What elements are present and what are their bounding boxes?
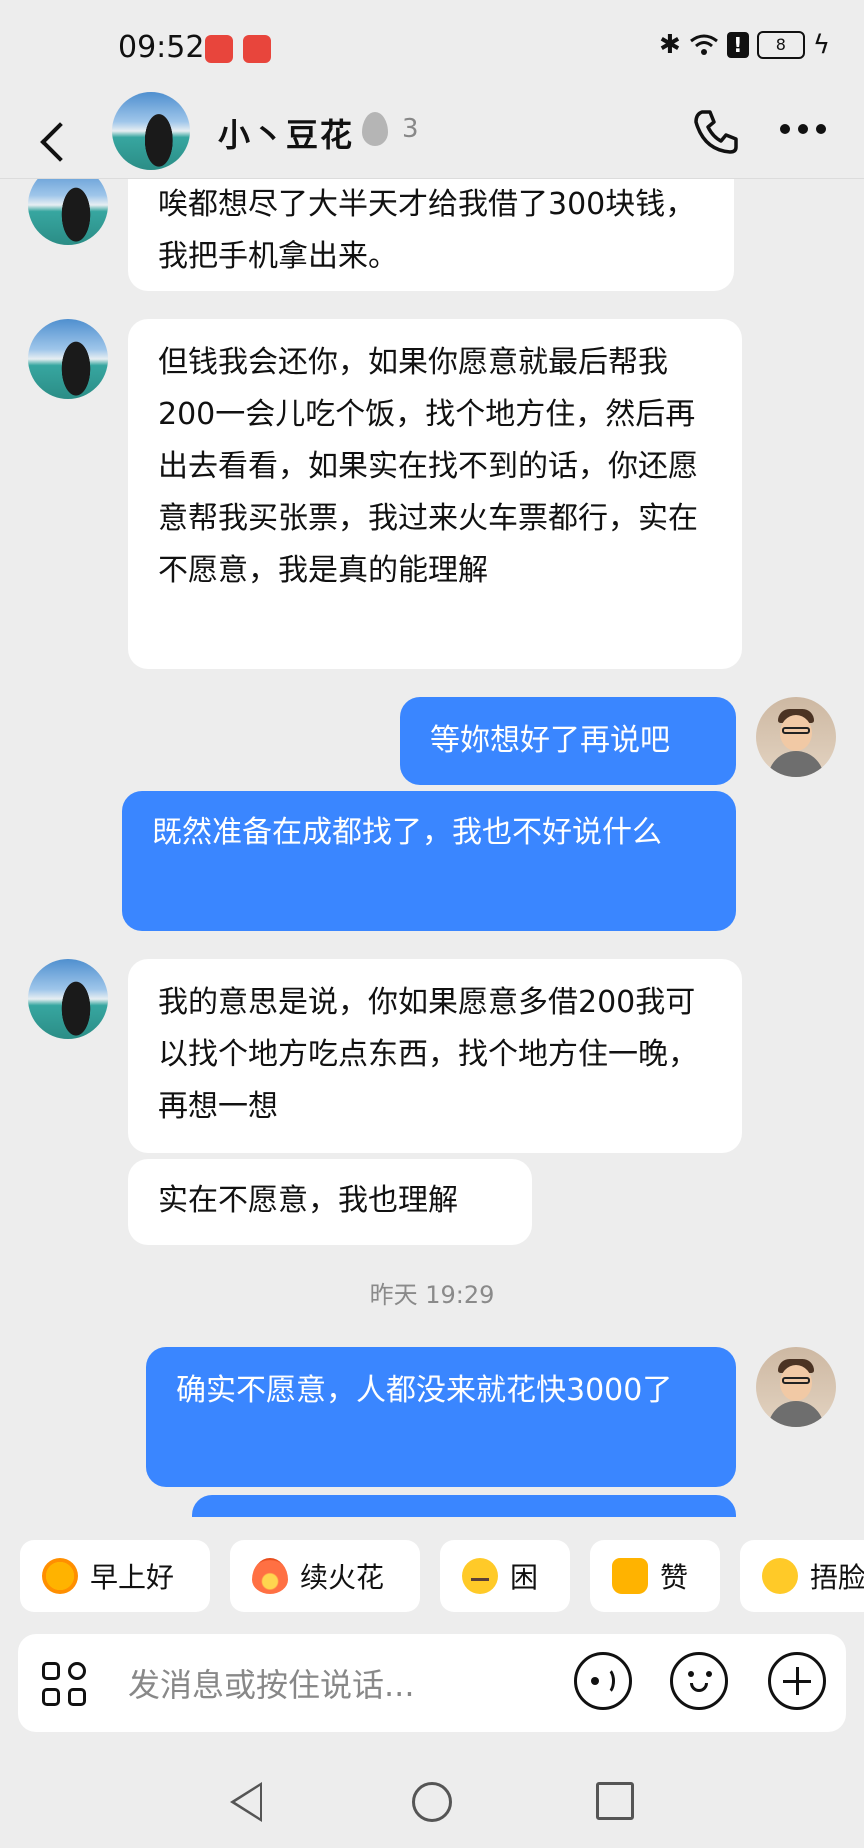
back-button[interactable] (38, 110, 80, 170)
system-nav-bar (0, 1770, 864, 1848)
phone-call-icon[interactable] (690, 106, 740, 156)
fire-icon (252, 1558, 288, 1594)
contact-message-avatar[interactable] (28, 959, 108, 1039)
quick-reply-continue-spark[interactable]: 续火花 (230, 1540, 420, 1612)
incoming-message-bubble[interactable]: 实在不愿意，我也理解 (128, 1159, 532, 1245)
emoji-icon[interactable] (670, 1652, 728, 1710)
quick-reply-label: 困 (510, 1561, 539, 1594)
nav-back-icon[interactable] (230, 1782, 262, 1822)
incoming-message-bubble[interactable]: 我的意思是说，你如果愿意多借200我可以找个地方吃点东西，找个地方住一晚，再想一… (128, 959, 742, 1153)
quick-reply-label: 赞 (660, 1561, 689, 1594)
thumbs-up-icon (612, 1558, 648, 1594)
quick-reply-good-morning[interactable]: 早上好 (20, 1540, 210, 1612)
my-avatar[interactable] (756, 697, 836, 777)
quick-reply-like[interactable]: 赞 (590, 1540, 720, 1612)
nav-recent-apps-icon[interactable] (596, 1782, 634, 1820)
outgoing-message-bubble-partial[interactable] (192, 1495, 736, 1517)
contact-message-avatar[interactable] (28, 179, 108, 245)
message-timestamp: 昨天 19:29 (369, 1281, 495, 1309)
chevron-left-icon (40, 122, 80, 162)
status-bar: 09:52 ✱ ! 8 ϟ (0, 0, 864, 100)
huawei-logo-icon (243, 35, 271, 63)
message-input-bar: 发消息或按住说话... (18, 1634, 846, 1732)
streak-flame-icon (362, 112, 388, 146)
incoming-message-bubble[interactable]: 但钱我会还你，如果你愿意就最后帮我200一会儿吃个饭，找个地方住，然后再出去看看… (128, 319, 742, 669)
outgoing-message-bubble[interactable]: 确实不愿意，人都没来就花快3000了 (146, 1347, 736, 1487)
streak-count: 3 (402, 114, 419, 144)
wifi-icon (689, 34, 718, 55)
plus-icon[interactable] (768, 1652, 826, 1710)
alert-icon: ! (726, 32, 749, 58)
outgoing-message-bubble[interactable]: 既然准备在成都找了，我也不好说什么 (122, 791, 736, 931)
quick-reply-facepalm[interactable]: 捂脸 (740, 1540, 864, 1612)
status-time: 09:52 (118, 30, 205, 65)
laugh-cry-icon (762, 1558, 798, 1594)
message-input[interactable]: 发消息或按住说话... (128, 1660, 415, 1706)
more-options-button[interactable] (780, 124, 826, 136)
battery-icon: 8 (756, 31, 805, 59)
chat-header: 小丶豆花 3 (0, 92, 864, 180)
bluetooth-icon: ✱ (659, 30, 681, 60)
my-avatar[interactable] (756, 1347, 836, 1427)
nav-home-icon[interactable] (412, 1782, 452, 1822)
sun-sunglasses-icon (42, 1558, 78, 1594)
sleepy-face-icon (462, 1558, 498, 1594)
huawei-app-icon (205, 35, 233, 63)
quick-reply-label: 续火花 (300, 1561, 385, 1594)
contact-message-avatar[interactable] (28, 319, 108, 399)
outgoing-message-bubble[interactable]: 等妳想好了再说吧 (400, 697, 736, 785)
contact-name[interactable]: 小丶豆花 (218, 110, 354, 156)
voice-icon[interactable] (574, 1652, 632, 1710)
apps-grid-icon[interactable] (42, 1662, 90, 1710)
message-list[interactable]: 唉都想尽了大半天才给我借了300块钱，我把手机拿出来。 但钱我会还你，如果你愿意… (0, 179, 864, 1517)
quick-reply-bar: 早上好 续火花 困 赞 捂脸 (0, 1540, 864, 1612)
quick-reply-label: 捂脸 (810, 1561, 864, 1594)
quick-reply-label: 早上好 (90, 1561, 175, 1594)
contact-avatar[interactable] (112, 92, 190, 170)
status-icons: ✱ ! 8 ϟ (659, 30, 830, 60)
quick-reply-sleepy[interactable]: 困 (440, 1540, 570, 1612)
incoming-message-bubble[interactable]: 唉都想尽了大半天才给我借了300块钱，我把手机拿出来。 (128, 179, 734, 291)
charging-icon: ϟ (812, 30, 830, 60)
